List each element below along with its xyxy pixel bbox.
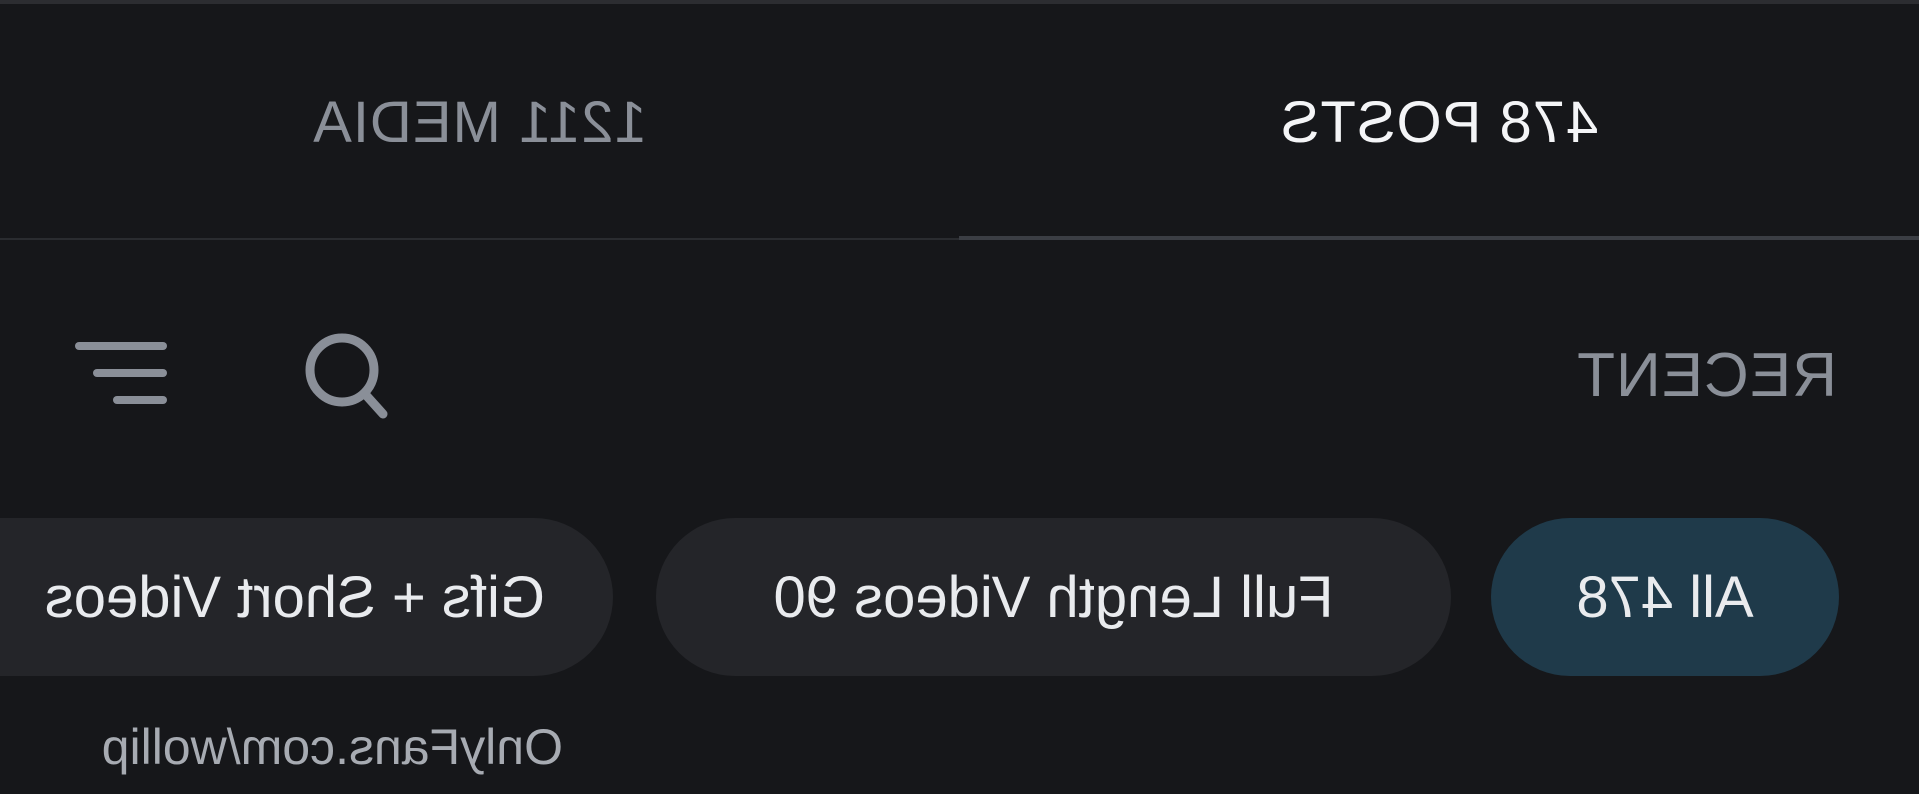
chip-full-length-videos[interactable]: Full Length Videos 90 [656,518,1451,676]
chip-gifs-short-videos[interactable]: Gifs + Short Videos [0,518,613,676]
chip-all-label: All 478 [1576,564,1754,630]
tab-posts[interactable]: 478 POSTS [959,4,1919,240]
search-icon[interactable] [299,330,389,430]
chip-all[interactable]: All 478 [1491,518,1839,676]
tab-media-label: 1211 MEDIA [312,89,647,155]
tab-divider [0,238,959,240]
tab-media[interactable]: 1211 MEDIA [0,4,959,240]
active-tab-indicator [959,236,1919,240]
tab-posts-label: 478 POSTS [1279,89,1599,155]
mirrored-screen: 478 POSTS 1211 MEDIA RECENT All 478 Full… [0,0,1919,794]
sort-recent-button[interactable]: RECENT [1576,340,1837,411]
filter-icon[interactable] [69,338,169,418]
chip-gifs-short-videos-label: Gifs + Short Videos [44,564,545,630]
watermark-text: OnlyFans.com/wollip [101,719,563,775]
chip-full-length-videos-label: Full Length Videos 90 [773,564,1334,630]
profile-tabs: 478 POSTS 1211 MEDIA [0,4,1919,240]
